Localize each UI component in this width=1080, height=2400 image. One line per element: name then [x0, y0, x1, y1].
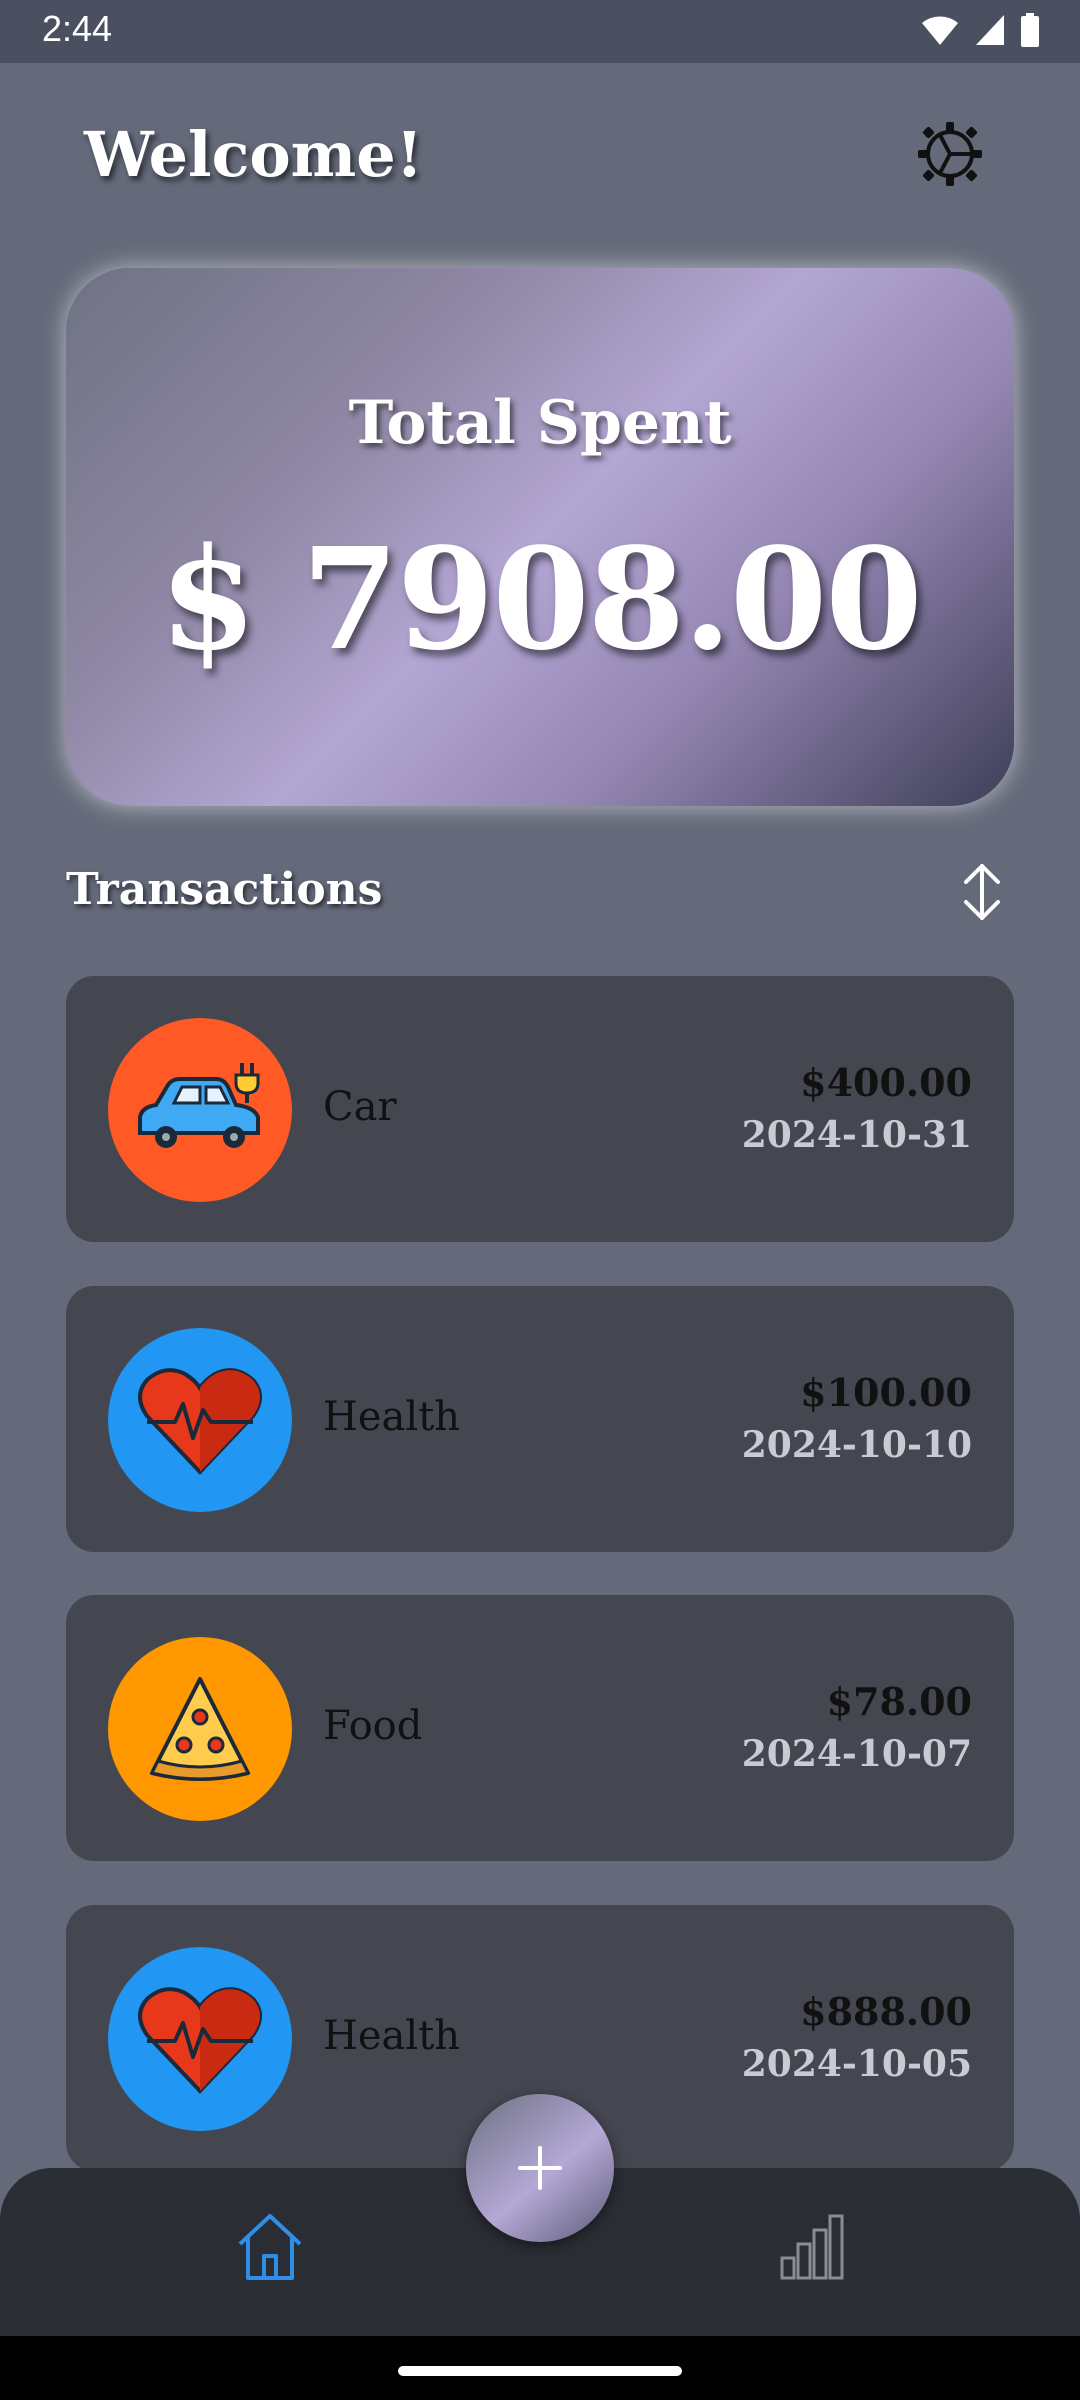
total-spent-label: Total Spent	[348, 388, 732, 458]
sort-icon[interactable]	[952, 862, 1012, 922]
transaction-date: 2024-10-07	[741, 1733, 972, 1775]
battery-icon	[1021, 13, 1039, 47]
transaction-card[interactable]: Food $78.00 2024-10-07	[66, 1595, 1014, 1861]
transaction-date: 2024-10-05	[741, 2043, 972, 2085]
add-transaction-button[interactable]	[466, 2094, 614, 2242]
gear-icon[interactable]	[916, 120, 984, 188]
home-gesture-handle[interactable]	[398, 2366, 682, 2376]
transaction-card[interactable]: Health $100.00 2024-10-10	[66, 1286, 1014, 1552]
car-icon	[108, 1018, 292, 1202]
pizza-icon	[108, 1637, 292, 1821]
transaction-card[interactable]: Car $400.00 2024-10-31	[66, 976, 1014, 1242]
status-bar: 2:44	[0, 0, 1080, 63]
heart-icon	[108, 1328, 292, 1512]
transaction-category: Food	[323, 1703, 423, 1749]
plus-icon	[518, 2146, 562, 2190]
signal-icon	[976, 15, 1004, 45]
transactions-title: Transactions	[66, 864, 383, 915]
bar-chart-icon[interactable]	[776, 2210, 848, 2282]
total-spent-amount: $ 7908.00	[159, 518, 922, 682]
transaction-category: Car	[323, 1084, 397, 1130]
transaction-date: 2024-10-31	[741, 1114, 972, 1156]
status-time: 2:44	[42, 8, 113, 49]
home-icon[interactable]	[234, 2210, 306, 2282]
welcome-title: Welcome!	[84, 118, 423, 191]
transaction-category: Health	[323, 1394, 461, 1440]
total-spent-card: Total Spent $ 7908.00	[66, 268, 1014, 806]
transaction-amount: $400.00	[800, 1060, 972, 1105]
transaction-amount: $100.00	[800, 1370, 972, 1415]
transaction-amount: $888.00	[800, 1989, 972, 2034]
status-icons	[920, 13, 1040, 47]
transaction-amount: $78.00	[826, 1679, 972, 1724]
wifi-icon	[922, 16, 958, 45]
transaction-category: Health	[323, 2013, 461, 2059]
transaction-date: 2024-10-10	[741, 1424, 972, 1466]
heart-icon	[108, 1947, 292, 2131]
